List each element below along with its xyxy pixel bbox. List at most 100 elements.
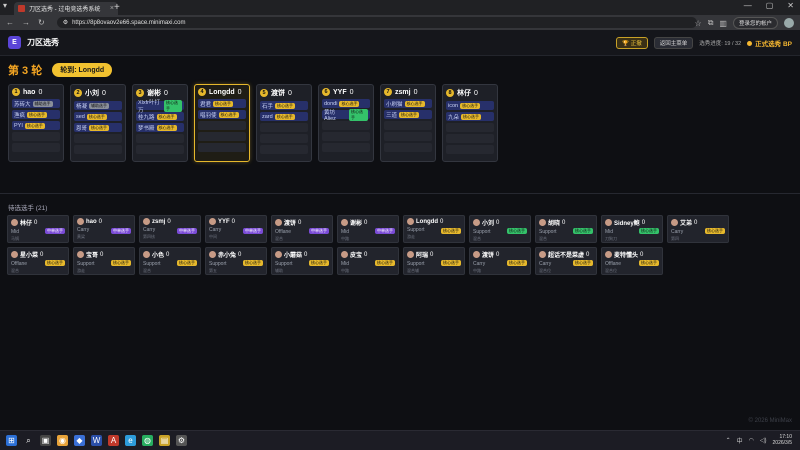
team-boards: 1 hao 0 苏砖大 辅助选手 渔疯 核心选手 PYI 核心选手 2 小刘 0… bbox=[8, 84, 498, 162]
team-slot: 桂九路 核心选手 bbox=[136, 112, 184, 121]
team-card-5[interactable]: 5 渡饼 0 石手 核心选手 zard 核心选手 bbox=[256, 84, 312, 162]
back-to-menu-button[interactable]: 返回主菜单 bbox=[653, 37, 694, 49]
wechat-icon[interactable]: ◍ bbox=[142, 435, 153, 446]
player-name: 胡晓 bbox=[548, 221, 561, 227]
wifi-icon[interactable]: ◠ bbox=[749, 437, 754, 444]
team-score: 0 bbox=[102, 89, 106, 97]
settings-icon[interactable]: ⚙ bbox=[176, 435, 187, 446]
player-card[interactable]: 渡饼 0 Carry 中路 核心选手 bbox=[469, 247, 531, 275]
new-tab-icon[interactable]: + bbox=[114, 2, 120, 13]
slot-player-name: 苏砖大 bbox=[14, 101, 31, 108]
url-field[interactable]: ⚙ https://8p8ovaov2e66.space.minimaxi.co… bbox=[56, 17, 697, 28]
pdf-icon[interactable]: A bbox=[108, 435, 119, 446]
player-card[interactable]: 星小菜 0 Offlane 混合 核心选手 bbox=[7, 247, 69, 275]
player-card[interactable]: 阿瑞 0 Support 混合辅 核心选手 bbox=[403, 247, 465, 275]
team-slot: 梦书殿 核心选手 bbox=[136, 123, 184, 132]
player-card[interactable]: YYF 0 Carry 中间 中单选手 bbox=[205, 215, 267, 243]
player-card[interactable]: 谢彬 0 Mid 中路 中单选手 bbox=[337, 215, 399, 243]
slot-player-name: 杨凝 bbox=[76, 103, 88, 110]
player-card[interactable]: 宝哥 0 Support 游走 核心选手 bbox=[73, 247, 135, 275]
player-tag: 核心选手 bbox=[309, 260, 329, 266]
team-slot-empty bbox=[322, 143, 370, 152]
minimize-icon[interactable]: — bbox=[744, 1, 752, 10]
team-score: 0 bbox=[164, 89, 168, 97]
search-icon[interactable]: ⌕ bbox=[23, 435, 34, 446]
team-score: 0 bbox=[349, 88, 354, 96]
profile-avatar[interactable] bbox=[784, 18, 794, 28]
close-window-icon[interactable]: ✕ bbox=[787, 1, 794, 10]
word-icon[interactable]: W bbox=[91, 435, 102, 446]
slot-role-tag: 核心选手 bbox=[339, 100, 360, 107]
player-card[interactable]: hao 0 Carry 黄梁 中单选手 bbox=[73, 215, 135, 243]
player-name-row: 小蘑菇 0 bbox=[275, 250, 329, 259]
player-name: 皮宝 bbox=[350, 253, 363, 259]
player-score: 0 bbox=[298, 219, 302, 226]
back-icon[interactable]: ← bbox=[6, 18, 14, 27]
clock[interactable]: 17:10 2026/3/5 bbox=[773, 434, 792, 446]
team-card-8[interactable]: 8 林仔 0 icon 核心选手 九朵 核心选手 bbox=[442, 84, 498, 162]
player-card[interactable]: 胡晓 0 Support 混合 核心选手 bbox=[535, 215, 597, 243]
team-card-2[interactable]: 2 小刘 0 杨凝 辅助选手 sed 核心选手 恩哥 核心选手 bbox=[70, 84, 126, 162]
slot-player-name: 黄坊 Aliez bbox=[324, 109, 336, 122]
login-button[interactable]: 登录您的帐户 bbox=[732, 17, 778, 29]
team-card-7[interactable]: 7 zsmj 0 小刷猫 核心选手 三道 核心选手 bbox=[380, 84, 436, 162]
player-score: 0 bbox=[562, 219, 566, 226]
slot-role-tag: 核心选手 bbox=[218, 111, 239, 118]
player-card[interactable]: Sidney鲍 0 Mid 刀狗刀 核心选手 bbox=[601, 215, 663, 243]
team-slot: PYI 核心选手 bbox=[12, 121, 60, 130]
player-name-row: 渡饼 0 bbox=[275, 218, 329, 227]
chrome-icon[interactable]: ◉ bbox=[57, 435, 68, 446]
site-info-icon[interactable]: ⚙ bbox=[63, 19, 68, 26]
player-card[interactable]: Longdd 0 Support 游走 核心选手 bbox=[403, 215, 465, 243]
tray-expand-icon[interactable]: ⌃ bbox=[726, 437, 731, 444]
browser-tab[interactable]: 刀区选秀 - 过电竞选秀系统 × bbox=[14, 2, 118, 15]
player-card[interactable]: 林仔 0 Mid 马锅 中单选手 bbox=[7, 215, 69, 243]
player-card[interactable]: 皮宝 0 Mid 中路 核心选手 bbox=[337, 247, 399, 275]
player-subrole: 混合 bbox=[473, 236, 481, 241]
slot-player-name: 唱羽使 bbox=[200, 112, 217, 119]
team-name: 谢彬 bbox=[147, 90, 161, 97]
team-card-6[interactable]: 6 YYF 0 dondi 核心选手 黄坊 Aliez 核心选手 bbox=[318, 84, 374, 162]
player-tag: 核心选手 bbox=[441, 260, 461, 266]
slot-player-name: 小刷猫 bbox=[386, 101, 403, 108]
team-card-1[interactable]: 1 hao 0 苏砖大 辅助选手 渔疯 核心选手 PYI 核心选手 bbox=[8, 84, 64, 162]
sidebar-icon[interactable]: ▥ bbox=[719, 19, 727, 28]
note-icon[interactable]: ▤ bbox=[159, 435, 170, 446]
player-subrole: 马锅 bbox=[11, 236, 19, 241]
player-card[interactable]: 麦特懂头 0 Offlane 混合位 核心选手 bbox=[601, 247, 663, 275]
team-card-3[interactable]: 3 谢彬 0 Xlxfr叶打万 核心选手 桂九路 核心选手 梦书殿 核心选手 bbox=[132, 84, 188, 162]
app-icon[interactable]: ◆ bbox=[74, 435, 85, 446]
reload-icon[interactable]: ↻ bbox=[38, 18, 45, 27]
player-card[interactable]: zsmj 0 Carry 第四核 中单选手 bbox=[139, 215, 201, 243]
player-avatar bbox=[671, 219, 678, 226]
ime-indicator[interactable]: 中 bbox=[737, 436, 743, 445]
maximize-icon[interactable]: ▢ bbox=[766, 1, 774, 10]
copyright: © 2026 MiniMax bbox=[748, 418, 792, 424]
player-card[interactable]: 渡饼 0 Offlane 混合 中单选手 bbox=[271, 215, 333, 243]
team-name: 林仔 bbox=[457, 90, 471, 97]
task-view-icon[interactable]: ▣ bbox=[40, 435, 51, 446]
star-icon[interactable]: ☆ bbox=[695, 19, 702, 28]
team-card-4[interactable]: 4 Longdd 0 君君 核心选手 唱羽使 核心选手 bbox=[194, 84, 250, 162]
player-score: 0 bbox=[167, 218, 171, 225]
player-score: 0 bbox=[98, 218, 103, 225]
forward-icon[interactable]: → bbox=[22, 18, 30, 27]
start-icon[interactable]: ⊞ bbox=[6, 435, 17, 446]
player-card[interactable]: 艾弟 0 Carry 第四 核心选手 bbox=[667, 215, 729, 243]
volume-icon[interactable]: ◁) bbox=[760, 437, 767, 444]
player-card[interactable]: 小色 0 Support 混合 核心选手 bbox=[139, 247, 201, 275]
player-subrole: 游走 bbox=[77, 268, 85, 273]
window-controls: — ▢ ✕ bbox=[744, 1, 794, 10]
extensions-icon[interactable]: ⧉ bbox=[708, 18, 714, 28]
undo-button[interactable]: 🏆 正撤 bbox=[616, 37, 648, 49]
tab-menu-icon[interactable]: ▾ bbox=[3, 1, 7, 10]
player-name: Longdd bbox=[416, 218, 438, 225]
player-name-row: 小刘 0 bbox=[473, 218, 527, 227]
team-slot-empty bbox=[74, 134, 122, 143]
browser-icon[interactable]: e bbox=[125, 435, 136, 446]
player-card[interactable]: 赤小兔 0 Support 第五 核心选手 bbox=[205, 247, 267, 275]
slot-role-tag: 核心选手 bbox=[156, 124, 177, 131]
player-card[interactable]: 小刘 0 Support 混合 核心选手 bbox=[469, 215, 531, 243]
player-card[interactable]: 小蘑菇 0 Support 辅助 核心选手 bbox=[271, 247, 333, 275]
player-card[interactable]: 超话不是菜虚 0 Carry 混合位 核心选手 bbox=[535, 247, 597, 275]
